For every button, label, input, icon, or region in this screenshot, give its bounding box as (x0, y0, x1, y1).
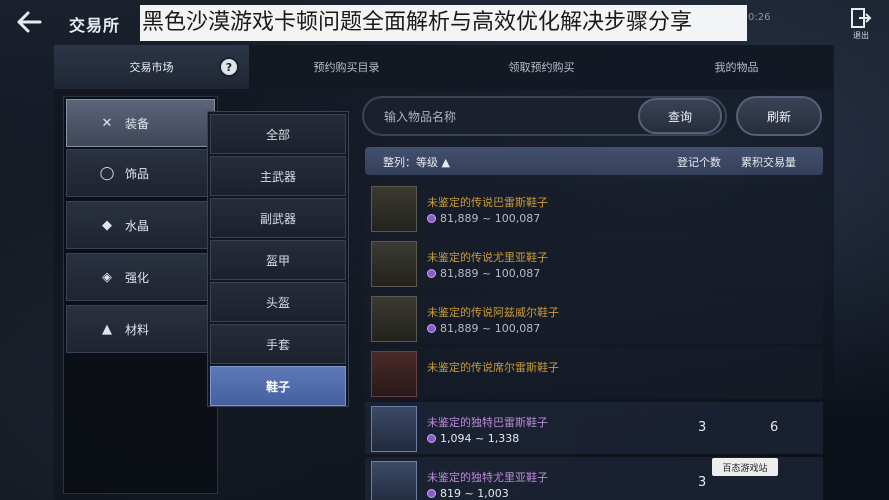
category-material[interactable]: ▲ 材料 (66, 305, 215, 353)
coin-icon (427, 434, 436, 443)
item-name: 未鉴定的传说巴雷斯鞋子 (427, 196, 548, 209)
category-label: 材料 (125, 322, 150, 337)
boot-icon (371, 461, 417, 500)
item-name: 未鉴定的传说席尔雷斯鞋子 (427, 361, 559, 374)
item-price: 81,889 ~ 100,087 (427, 322, 540, 335)
item-row[interactable]: 未鉴定的独特巴雷斯鞋子 1,094 ~ 1,338 3 6 (365, 402, 823, 454)
category-label: 水晶 (125, 218, 150, 233)
item-row[interactable]: 未鉴定的传说阿兹威尔鞋子 81,889 ~ 100,087 (365, 292, 823, 344)
search-input[interactable] (384, 108, 614, 126)
item-name: 未鉴定的独特尤里亚鞋子 (427, 471, 548, 484)
tab-reserve-claim[interactable]: 领取预约购买 (444, 45, 639, 89)
category-enhance[interactable]: ◈ 强化 (66, 253, 215, 301)
page-title: 交易所 (69, 16, 121, 35)
subcategory-gloves[interactable]: 手套 (210, 324, 346, 364)
coin-icon (427, 489, 436, 498)
coin-icon (427, 269, 436, 278)
ring-icon: ◯ (99, 165, 115, 181)
category-accessory[interactable]: ◯ 饰品 (66, 149, 215, 197)
gem-icon: ◆ (102, 217, 112, 233)
coin-icon (427, 214, 436, 223)
tab-label: 我的物品 (714, 61, 759, 74)
item-price: 81,889 ~ 100,087 (427, 212, 540, 225)
subcategory-sub-weapon[interactable]: 副武器 (210, 198, 346, 238)
query-button[interactable]: 查询 (638, 98, 722, 134)
sort-toggle[interactable]: 整列：等级 ▲ (383, 154, 450, 170)
subcategory-shoes[interactable]: 鞋子 (210, 366, 346, 406)
price-range: 819 ~ 1,003 (440, 487, 509, 500)
help-icon[interactable]: ? (219, 57, 239, 77)
category-label: 强化 (125, 270, 150, 285)
item-price: 1,094 ~ 1,338 (427, 432, 519, 445)
upgrade-icon: ◈ (102, 269, 112, 285)
item-volume: 6 (770, 420, 779, 435)
column-header-count: 登记个数 (677, 156, 721, 169)
clock-text: 0:26 (748, 12, 771, 23)
price-range: 1,094 ~ 1,338 (440, 432, 520, 445)
item-list: 未鉴定的传说巴雷斯鞋子 81,889 ~ 100,087 未鉴定的传说尤里亚鞋子… (365, 180, 823, 500)
boot-icon (371, 296, 417, 342)
boot-icon (371, 351, 417, 397)
boot-icon (371, 186, 417, 232)
item-row[interactable]: 未鉴定的传说尤里亚鞋子 81,889 ~ 100,087 (365, 237, 823, 289)
item-price: 81,889 ~ 100,087 (427, 267, 540, 280)
subcategory-helmet[interactable]: 头盔 (210, 282, 346, 322)
tab-label: 预约购买目录 (313, 61, 380, 74)
overlay-banner: 黑色沙漠游戏卡顿问题全面解析与高效优化解决步骤分享 (140, 5, 747, 41)
refresh-button[interactable]: 刷新 (736, 96, 822, 136)
back-arrow-icon[interactable] (14, 8, 44, 36)
item-name: 未鉴定的传说尤里亚鞋子 (427, 251, 548, 264)
tab-my-items[interactable]: 我的物品 (639, 45, 834, 89)
category-list: ✕ 装备 ◯ 饰品 ◆ 水晶 ◈ 强化 ▲ 材料 (63, 96, 218, 494)
exit-button[interactable]: 退出 (847, 7, 875, 41)
boot-icon (371, 241, 417, 287)
tab-reserve-list[interactable]: 预约购买目录 (249, 45, 444, 89)
column-header-volume: 累积交易量 (741, 156, 796, 169)
subcategory-list: 全部 主武器 副武器 盔甲 头盔 手套 鞋子 (207, 111, 349, 407)
flask-icon: ▲ (102, 321, 112, 337)
crossed-swords-icon: ✕ (101, 115, 113, 131)
item-name: 未鉴定的独特巴雷斯鞋子 (427, 416, 548, 429)
category-equipment[interactable]: ✕ 装备 (66, 99, 215, 147)
price-range: 81,889 ~ 100,087 (440, 267, 541, 280)
item-count: 3 (698, 475, 707, 490)
category-crystal[interactable]: ◆ 水晶 (66, 201, 215, 249)
item-name: 未鉴定的传说阿兹威尔鞋子 (427, 306, 559, 319)
category-label: 饰品 (125, 166, 150, 181)
item-count: 3 (698, 420, 707, 435)
tab-bar: 交易市场 ? 预约购买目录 领取预约购买 我的物品 (54, 45, 834, 89)
tab-market[interactable]: 交易市场 ? (54, 45, 249, 89)
subcategory-main-weapon[interactable]: 主武器 (210, 156, 346, 196)
coin-icon (427, 324, 436, 333)
subcategory-armor[interactable]: 盔甲 (210, 240, 346, 280)
price-range: 81,889 ~ 100,087 (440, 322, 541, 335)
list-header: 整列：等级 ▲ 登记个数 累积交易量 (365, 147, 823, 175)
exit-icon (851, 8, 872, 28)
price-range: 81,889 ~ 100,087 (440, 212, 541, 225)
subcategory-all[interactable]: 全部 (210, 114, 346, 154)
watermark-logo: 百态游戏站 (712, 458, 778, 476)
boot-icon (371, 406, 417, 452)
exit-label: 退出 (853, 31, 869, 40)
item-price: 819 ~ 1,003 (427, 487, 509, 500)
item-row[interactable]: 未鉴定的传说巴雷斯鞋子 81,889 ~ 100,087 (365, 182, 823, 234)
tab-label: 领取预约购买 (508, 61, 575, 74)
item-row[interactable]: 未鉴定的传说席尔雷斯鞋子 (365, 347, 823, 399)
category-label: 装备 (125, 116, 150, 131)
tab-label: 交易市场 (129, 61, 174, 74)
